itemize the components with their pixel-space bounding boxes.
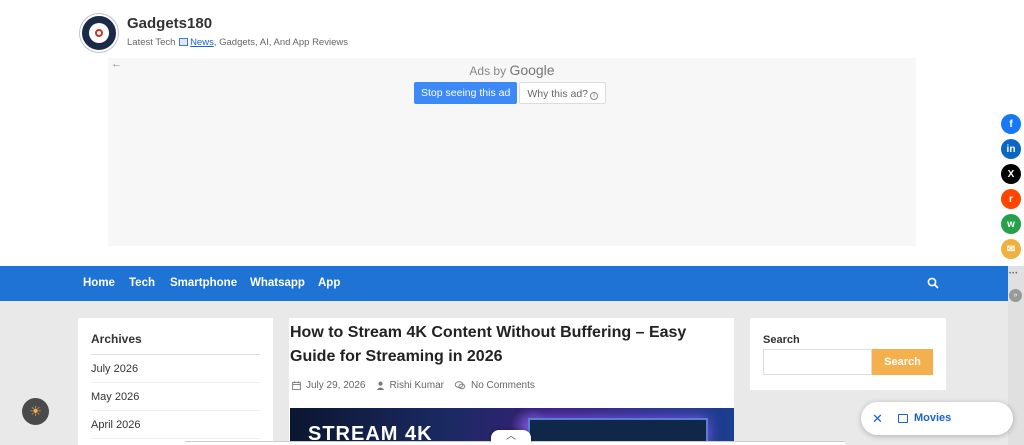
scroll-toggle-icon[interactable]: »	[1009, 289, 1022, 302]
search-button[interactable]: Search	[872, 349, 933, 375]
floating-movies-pill[interactable]: ✕ Movies	[861, 402, 1013, 435]
stop-seeing-ad-button[interactable]: Stop seeing this ad	[414, 82, 518, 104]
nav-item-tech[interactable]: Tech	[129, 277, 155, 289]
x-icon[interactable]: X	[1001, 164, 1021, 184]
comments-icon	[454, 381, 466, 390]
post-meta: July 29, 2026 Rishi Kumar No Comments	[292, 380, 535, 391]
search-widget-label: Search	[763, 334, 800, 346]
newspaper-icon	[179, 38, 189, 46]
post-comments[interactable]: No Comments	[471, 380, 535, 391]
archive-link[interactable]: July 2026	[91, 355, 260, 383]
facebook-icon[interactable]: f	[1001, 114, 1021, 134]
post-author[interactable]: Rishi Kumar	[390, 380, 444, 391]
site-logo[interactable]	[80, 14, 118, 52]
post-date[interactable]: July 29, 2026	[306, 380, 366, 391]
ads-by-google: Ads by Google	[108, 62, 916, 78]
calendar-icon	[292, 381, 301, 390]
newspaper-icon	[898, 414, 908, 423]
nav-item-home[interactable]: Home	[83, 277, 115, 289]
ads-by-label: Ads by	[469, 64, 507, 78]
ad-container: ← Ads by Google Stop seeing this ad Why …	[108, 58, 916, 246]
archive-link[interactable]: May 2026	[91, 383, 260, 411]
logo-mark-icon	[89, 23, 109, 43]
tagline-suffix: , Gadgets, AI, And App Reviews	[213, 37, 348, 48]
search-form: Search	[763, 349, 933, 375]
google-wordmark: Google	[509, 62, 555, 78]
why-this-ad-button[interactable]: Why this ad? i	[519, 82, 607, 104]
social-share-bar: f in Xr w ✉	[1001, 114, 1021, 259]
close-icon[interactable]: ✕	[872, 411, 883, 427]
nav-item-app[interactable]: App	[318, 277, 340, 289]
dark-mode-toggle-icon[interactable]: ☀	[22, 398, 49, 425]
drag-handle-icon[interactable]: •••	[1009, 271, 1021, 277]
nav-item-whatsapp[interactable]: Whatsapp	[250, 277, 305, 289]
site-tagline: Latest Tech News, Gadgets, AI, And App R…	[127, 37, 348, 48]
site-title[interactable]: Gadgets180	[127, 15, 212, 32]
linkedin-icon[interactable]: in	[1001, 139, 1021, 159]
info-icon: i	[590, 92, 599, 100]
chevron-up-icon[interactable]: ︿	[491, 430, 531, 445]
archives-widget: Archives July 2026 May 2026 April 2026	[78, 318, 273, 445]
post-card: How to Stream 4K Content Without Bufferi…	[289, 318, 734, 445]
why-this-ad-label: Why this ad?	[527, 88, 589, 100]
search-input[interactable]	[763, 349, 872, 375]
post-title[interactable]: How to Stream 4K Content Without Bufferi…	[290, 321, 730, 369]
whatsapp-icon[interactable]: w	[1001, 214, 1021, 234]
tagline-news-link[interactable]: News	[190, 37, 214, 48]
main-nav: Home Tech Smartphone Whatsapp App	[0, 266, 1024, 301]
archives-title: Archives	[91, 332, 260, 355]
tagline-prefix: Latest Tech	[127, 37, 179, 48]
search-icon[interactable]	[927, 277, 939, 289]
reddit-icon[interactable]: r	[1001, 189, 1021, 209]
archive-link[interactable]: April 2026	[91, 411, 260, 439]
site-header: Gadgets180 Latest Tech News, Gadgets, AI…	[0, 0, 1024, 60]
email-icon[interactable]: ✉	[1001, 239, 1021, 259]
ad-buttons: Stop seeing this ad Why this ad? i	[414, 82, 607, 104]
user-icon	[376, 381, 384, 390]
nav-item-smartphone[interactable]: Smartphone	[170, 277, 237, 289]
search-widget: Search Search	[750, 318, 946, 390]
movies-link[interactable]: Movies	[914, 412, 951, 424]
